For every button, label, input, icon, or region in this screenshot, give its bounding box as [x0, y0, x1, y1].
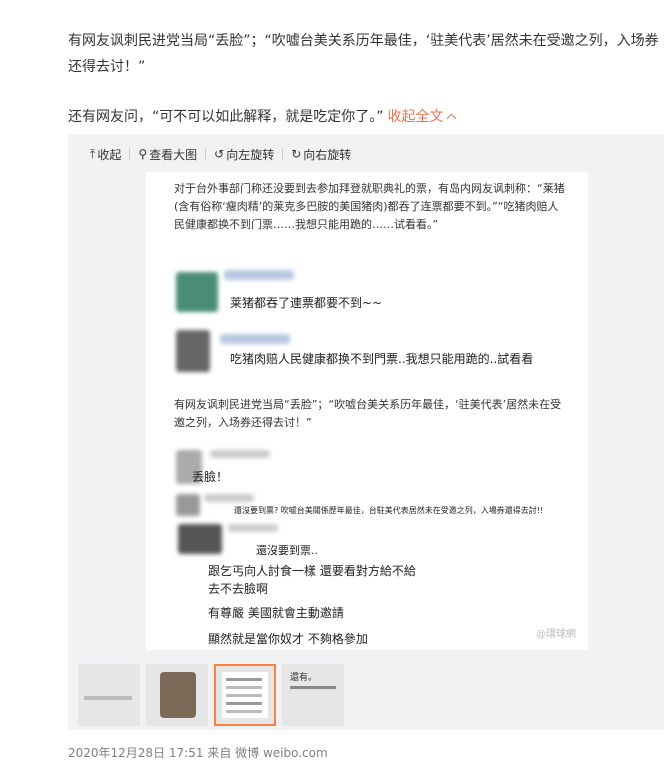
- rotate-right-icon: ↻: [291, 147, 302, 161]
- comment-line-8: 有尊嚴 美國就會主動邀請: [208, 606, 344, 620]
- thumbnail-2-content: [160, 672, 196, 718]
- rotate-right-label: 向右旋转: [303, 147, 352, 162]
- post-source: 来自 微博 weibo.com: [207, 746, 328, 760]
- username-blurred: [220, 334, 290, 344]
- post-image[interactable]: 对于台外事部门称还没要到去参加拜登就职典礼的票，有岛内网友讽刺称：“莱猪(含有俗…: [146, 172, 588, 650]
- toolbar-divider: [129, 148, 131, 160]
- image-viewer: ⤒ 收起 ⚲ 查看大图 ↺ 向左旋转 ↻ 向右旋转 对于台外事部门称还没要到去参…: [68, 134, 664, 730]
- avatar: [176, 494, 200, 516]
- comment-2: 吃猪肉赔人民健康都换不到門票..我想只能用跪的..試看看: [230, 352, 534, 366]
- thumbnail-4[interactable]: 還有。: [282, 664, 344, 726]
- comment-4: 還沒要到票? 吹嘘台美關係歷年最佳，台駐美代表居然未在受邀之列，入場券還得去討!…: [234, 506, 544, 515]
- comment-line-9: 顯然就是當你奴才 不夠格參加: [208, 632, 368, 646]
- toolbar-divider: [205, 148, 207, 160]
- post-paragraph-2-text: 还有网友问，“可不可以如此解释，就是吃定你了。”: [68, 109, 384, 125]
- rotate-left-icon: ↺: [214, 147, 225, 161]
- collapse-image-button[interactable]: ⤒ 收起: [86, 146, 125, 163]
- comment-1: 莱猪都吞了連票都要不到~~: [230, 296, 383, 310]
- image-intro-text: 对于台外事部门称还没要到去参加拜登就职典礼的票，有岛内网友讽刺称：“莱猪(含有俗…: [174, 182, 565, 231]
- thumbnail-4-text: 還有。: [290, 673, 318, 683]
- thumbnail-3-lines: [226, 678, 262, 681]
- username-blurred: [210, 450, 270, 458]
- comment-line-6: 跟乞丐向人討食一樣 還要看對方給不給: [208, 564, 416, 578]
- chevron-up-icon: [446, 113, 456, 124]
- avatar: [176, 272, 218, 312]
- rotate-right-button[interactable]: ↻ 向右旋转: [287, 146, 355, 163]
- avatar: [178, 524, 222, 554]
- thumbnail-strip: 還有。: [78, 664, 344, 726]
- comment-3: 丢臉！: [192, 470, 229, 484]
- comment-line-7: 去不去臉啊: [208, 582, 269, 596]
- thumbnail-3-selected[interactable]: [214, 664, 276, 726]
- username-blurred: [224, 270, 294, 280]
- toolbar-divider: [282, 148, 284, 160]
- collapse-icon: ⤒: [90, 146, 96, 161]
- thumbnail-1[interactable]: [78, 664, 140, 726]
- image-watermark: @環球網: [536, 629, 576, 640]
- comment-5: 還沒要到票..: [256, 544, 318, 557]
- username-blurred: [204, 494, 254, 502]
- thumbnail-1-content: [84, 696, 132, 700]
- thumbnail-2[interactable]: [146, 664, 208, 726]
- image-toolbar: ⤒ 收起 ⚲ 查看大图 ↺ 向左旋转 ↻ 向右旋转: [86, 144, 355, 164]
- collapse-label: 收起: [97, 147, 122, 162]
- rotate-left-button[interactable]: ↺ 向左旋转: [210, 146, 278, 163]
- collapse-full-text-link[interactable]: 收起全文: [388, 109, 456, 125]
- view-large-label: 查看大图: [149, 147, 198, 162]
- collapse-full-text-label[interactable]: 收起全文: [388, 109, 444, 125]
- image-middle-text: 有网友讽刺民进党当局“丢脸”；“吹嘘台美关系历年最佳，‘驻美代表’居然未在受邀之…: [174, 398, 562, 429]
- post-timestamp[interactable]: 2020年12月28日 17:51: [68, 746, 203, 760]
- post-footer: 2020年12月28日 17:51 来自 微博 weibo.com: [68, 744, 328, 761]
- avatar: [176, 330, 210, 372]
- thumbnail-4-content: [290, 686, 336, 689]
- post-paragraph-1: 有网友讽刺民进党当局“丢脸”；“吹嘘台美关系历年最佳，‘驻美代表’居然未在受邀之…: [68, 33, 659, 75]
- search-icon: ⚲: [138, 147, 148, 161]
- view-large-button[interactable]: ⚲ 查看大图: [134, 146, 201, 163]
- rotate-left-label: 向左旋转: [226, 147, 275, 162]
- username-blurred: [228, 524, 278, 532]
- post-paragraph-2: 还有网友问，“可不可以如此解释，就是吃定你了。” 收起全文: [68, 104, 456, 130]
